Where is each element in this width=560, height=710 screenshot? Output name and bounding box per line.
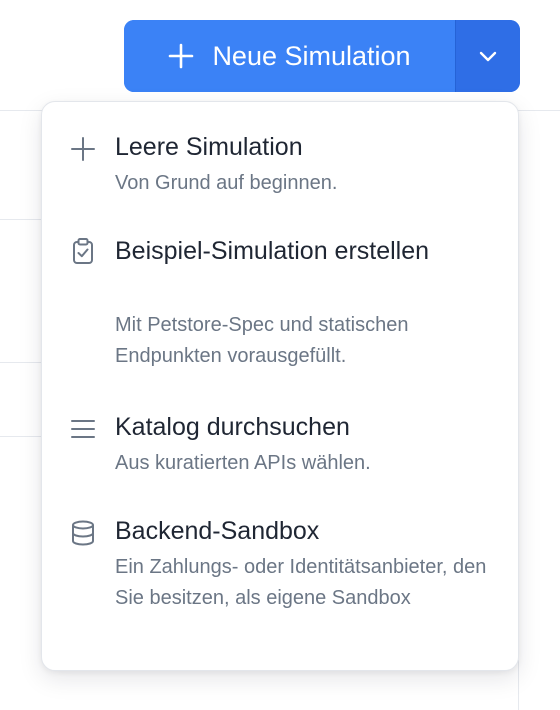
menu-item-empty-simulation[interactable]: Leere Simulation Von Grund auf beginnen.: [42, 126, 518, 200]
new-simulation-menu: Leere Simulation Von Grund auf beginnen.…: [41, 101, 519, 671]
menu-item-description: Von Grund auf beginnen.: [115, 172, 338, 194]
menu-item-title: Backend-Sandbox: [115, 517, 320, 545]
background-divider: [0, 219, 44, 220]
menu-item-description: Ein Zahlungs- oder Identitätsanbieter, d…: [115, 556, 487, 609]
new-simulation-split-button: Neue Simulation: [124, 20, 520, 92]
new-simulation-label: Neue Simulation: [212, 40, 411, 71]
menu-item-title: Katalog durchsuchen: [115, 413, 350, 441]
plus-icon: [169, 43, 194, 69]
new-simulation-dropdown-toggle[interactable]: [456, 20, 520, 92]
database-icon: [72, 520, 94, 546]
new-simulation-button[interactable]: Neue Simulation: [124, 20, 455, 92]
background-divider: [0, 362, 44, 363]
menu-item-title: Beispiel-Simulation erstellen: [115, 237, 430, 265]
background-divider: [0, 436, 44, 437]
menu-item-browse-catalog[interactable]: Katalog durchsuchen Aus kuratierten APIs…: [42, 406, 518, 480]
chevron-down-icon: [479, 51, 497, 62]
plus-icon: [71, 137, 95, 161]
menu-lines-icon: [71, 420, 95, 438]
menu-item-title: Leere Simulation: [115, 133, 303, 161]
menu-item-description: Aus kuratierten APIs wählen.: [115, 452, 371, 474]
menu-item-example-simulation[interactable]: Beispiel-Simulation erstellen Mit Petsto…: [42, 230, 518, 378]
menu-item-backend-sandbox[interactable]: Backend-Sandbox Ein Zahlungs- oder Ident…: [42, 510, 518, 650]
clipboard-check-icon: [73, 238, 93, 264]
menu-item-description: Mit Petstore-Spec und statischen Endpunk…: [115, 314, 409, 367]
background-divider: [518, 660, 519, 710]
